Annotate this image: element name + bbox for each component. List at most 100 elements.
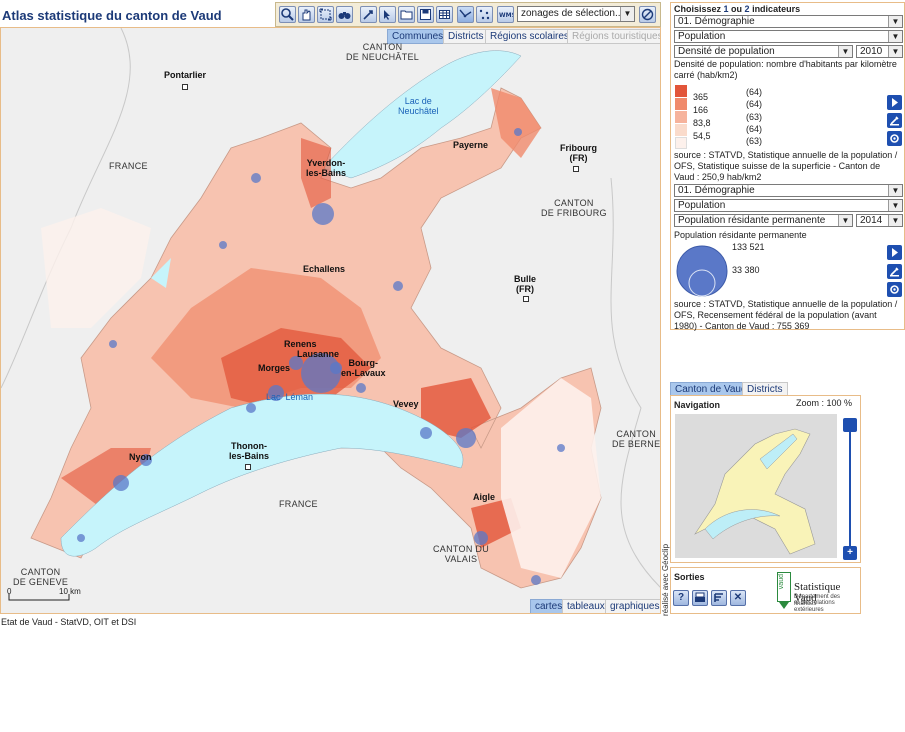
bubble[interactable] [77, 534, 85, 542]
subtheme-select-1[interactable]: Population ▼ [674, 30, 903, 43]
map-view[interactable]: Communes Districts Régions scolaires Rég… [0, 27, 661, 614]
print-icon[interactable] [692, 590, 708, 606]
settings-icon[interactable] [887, 282, 902, 297]
zoom-slider[interactable]: + [843, 418, 857, 560]
region-label: CANTON DE BERNE [612, 429, 661, 449]
info-icon[interactable] [379, 6, 396, 23]
line-select-icon[interactable] [457, 6, 474, 23]
place-label: Bulle (FR) [514, 274, 537, 294]
chevron-down-icon[interactable]: ▼ [888, 185, 902, 196]
chevron-down-icon[interactable]: ▼ [888, 46, 902, 57]
region-label: CANTON DE GENEVE [13, 567, 69, 587]
place-label: Lausanne [297, 349, 340, 359]
legend-value: 83,8 [693, 118, 711, 128]
chevron-down-icon[interactable]: ▼ [888, 200, 902, 211]
wms-icon[interactable]: WMS [497, 6, 514, 23]
navigation-panel: Navigation Zoom : 100 % + [670, 395, 861, 563]
bubble[interactable] [246, 403, 256, 413]
indicator-title-2: Population résidante permanente [674, 230, 807, 240]
open-icon[interactable] [398, 6, 415, 23]
settings-icon[interactable] [887, 131, 902, 146]
edit-icon[interactable] [887, 264, 902, 279]
chevron-down-icon[interactable]: ▼ [888, 16, 902, 27]
play-icon[interactable] [887, 95, 902, 110]
close-icon[interactable]: ✕ [730, 590, 746, 606]
indicator-panel: Choisissez 1 ou 2 indicateurs 01. Démogr… [670, 2, 905, 331]
legend-swatch [675, 85, 687, 97]
table-icon[interactable] [436, 6, 453, 23]
region-label: CANTON DU VALAIS [433, 544, 490, 564]
year-select-1[interactable]: 2010 ▼ [856, 45, 903, 58]
place-label: Bourg- en-Lavaux [341, 358, 386, 378]
chevron-down-icon[interactable]: ▼ [838, 46, 852, 57]
map-canvas[interactable] [1, 28, 661, 614]
region-label: FRANCE [109, 161, 148, 171]
place-label: Yverdon- les-Bains [306, 158, 347, 178]
tab-regions-scolaires[interactable]: Régions scolaires [485, 29, 574, 44]
credit: Etat de Vaud - StatVD, OIT et DSI [1, 617, 137, 627]
bubble-legend [676, 245, 728, 297]
overview-map[interactable] [675, 414, 837, 558]
legend-value: 54,5 [693, 131, 711, 141]
tab-regions-touristiques[interactable]: Régions touristiques [567, 29, 660, 44]
chevron-down-icon[interactable]: ▼ [838, 215, 852, 226]
select-icon[interactable] [360, 6, 377, 23]
outputs-panel: Sorties ? ✕ vaud Statistique Vaud Départ… [670, 567, 861, 614]
lake-label: Lac Léman [266, 392, 314, 402]
pan-icon[interactable] [298, 6, 315, 23]
edit-icon[interactable] [887, 113, 902, 128]
zoom-track[interactable] [849, 428, 851, 546]
bubble[interactable] [393, 281, 403, 291]
region-label: CANTON DE FRIBOURG [541, 198, 607, 218]
place-label: Payerne [453, 140, 489, 150]
bubble[interactable] [113, 475, 129, 491]
subtheme-select-2[interactable]: Population ▼ [674, 199, 903, 212]
place-marker [245, 464, 251, 470]
theme-select-2[interactable]: 01. Démographie ▼ [674, 184, 903, 197]
zone-select[interactable]: zonages de sélection... ▼ [517, 6, 635, 22]
bubble[interactable] [251, 173, 261, 183]
zoom-handle[interactable] [843, 418, 857, 432]
bubble[interactable] [557, 444, 565, 452]
point-select-icon[interactable] [476, 6, 493, 23]
bubble[interactable] [531, 575, 541, 585]
indicator-title-1: Densité de population: nombre d'habitant… [674, 59, 897, 80]
theme-select-1[interactable]: 01. Démographie ▼ [674, 15, 903, 28]
chevron-down-icon[interactable]: ▼ [888, 31, 902, 42]
save-icon[interactable] [417, 6, 434, 23]
bubble[interactable] [474, 531, 488, 545]
legend-value: 166 [693, 105, 709, 115]
chevron-down-icon[interactable]: ▼ [620, 7, 634, 21]
zoom-in-icon[interactable]: + [843, 546, 857, 560]
tab-tableaux[interactable]: tableaux [562, 599, 610, 613]
indicator-select-1[interactable]: Densité de population ▼ [674, 45, 853, 58]
bubble[interactable] [219, 241, 227, 249]
year-select-2[interactable]: 2014 ▼ [856, 214, 903, 227]
bubble-legend-small: 33 380 [732, 265, 760, 275]
tab-districts[interactable]: Districts [443, 29, 489, 44]
zoom-icon[interactable] [279, 6, 296, 23]
help-icon[interactable]: ? [673, 590, 689, 606]
bubble[interactable] [514, 128, 522, 136]
clear-filter-icon[interactable] [639, 6, 656, 23]
legend-count: (63) [746, 136, 763, 146]
bubble[interactable] [312, 203, 334, 225]
tab-graphiques[interactable]: graphiques [605, 599, 660, 613]
source-2: source : STATVD, Statistique annuelle de… [674, 299, 898, 331]
legend-swatch [675, 111, 687, 123]
play-icon[interactable] [887, 245, 902, 260]
export-icon[interactable] [711, 590, 727, 606]
place-marker [182, 84, 188, 90]
bubble[interactable] [420, 427, 432, 439]
full-extent-icon[interactable] [317, 6, 334, 23]
indicator-select-2[interactable]: Population résidante permanente ▼ [674, 214, 853, 227]
chevron-down-icon[interactable]: ▼ [888, 215, 902, 226]
region-label: CANTON DE NEUCHÂTEL [346, 42, 420, 62]
zone-select-value: zonages de sélection... [521, 8, 624, 19]
lake-label: Lac de Neuchâtel [398, 96, 439, 116]
bubble[interactable] [356, 383, 366, 393]
bubble[interactable] [109, 340, 117, 348]
bubble[interactable] [456, 428, 476, 448]
binoculars-icon[interactable] [336, 6, 353, 23]
place-label: Thonon- les-Bains [229, 441, 270, 461]
